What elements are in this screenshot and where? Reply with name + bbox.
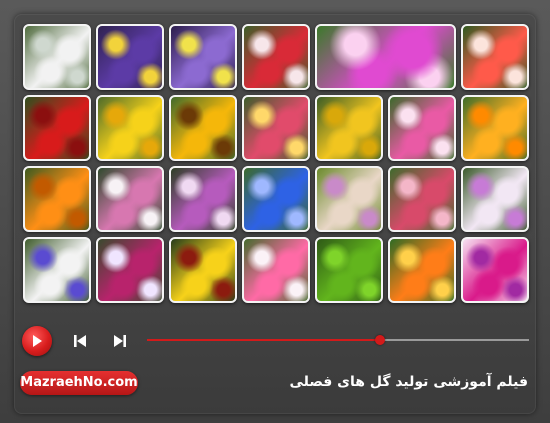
tile-cornflower bbox=[242, 166, 310, 232]
tile-california-poppy bbox=[461, 95, 529, 161]
tile-dianthus bbox=[242, 237, 310, 303]
tile-marigolds bbox=[23, 166, 91, 232]
play-button[interactable] bbox=[22, 326, 52, 356]
previous-button[interactable] bbox=[70, 331, 90, 351]
tile-snapdragons bbox=[242, 95, 310, 161]
tile-coreopsis bbox=[96, 95, 164, 161]
tile-dahlias bbox=[461, 24, 529, 90]
tile-cleome bbox=[388, 95, 456, 161]
tile-ice-plant bbox=[315, 24, 456, 90]
tile-larkspur bbox=[23, 237, 91, 303]
tile-tansy bbox=[315, 95, 383, 161]
progress-fill bbox=[147, 339, 381, 341]
tile-verbena bbox=[96, 237, 164, 303]
play-icon bbox=[33, 335, 42, 347]
player-controls bbox=[0, 316, 550, 366]
video-title: فیلم آموزشی تولید گل های فصلی bbox=[289, 374, 528, 390]
tile-red-poppies bbox=[23, 95, 91, 161]
tile-chrysanthemums bbox=[315, 166, 383, 232]
tile-candytuft bbox=[461, 237, 529, 303]
tile-nasturtium bbox=[388, 237, 456, 303]
tile-phlox bbox=[96, 166, 164, 232]
tile-sweet-william-red bbox=[242, 24, 310, 90]
tile-sunflower bbox=[169, 95, 237, 161]
flower-gallery bbox=[23, 24, 529, 304]
tile-violas bbox=[169, 24, 237, 90]
progress-bar[interactable] bbox=[147, 335, 529, 345]
progress-thumb[interactable] bbox=[375, 335, 386, 345]
tile-babys-breath bbox=[23, 24, 91, 90]
tile-gaillardia bbox=[169, 237, 237, 303]
site-link[interactable]: MazraehNo.com bbox=[20, 371, 138, 395]
tile-sweet-peas bbox=[388, 166, 456, 232]
tile-stock bbox=[461, 166, 529, 232]
skip-forward-icon bbox=[114, 335, 126, 347]
tile-pansies bbox=[96, 24, 164, 90]
next-button[interactable] bbox=[110, 331, 130, 351]
tile-kochia bbox=[315, 237, 383, 303]
skip-back-icon bbox=[74, 335, 86, 347]
tile-geranium bbox=[169, 166, 237, 232]
